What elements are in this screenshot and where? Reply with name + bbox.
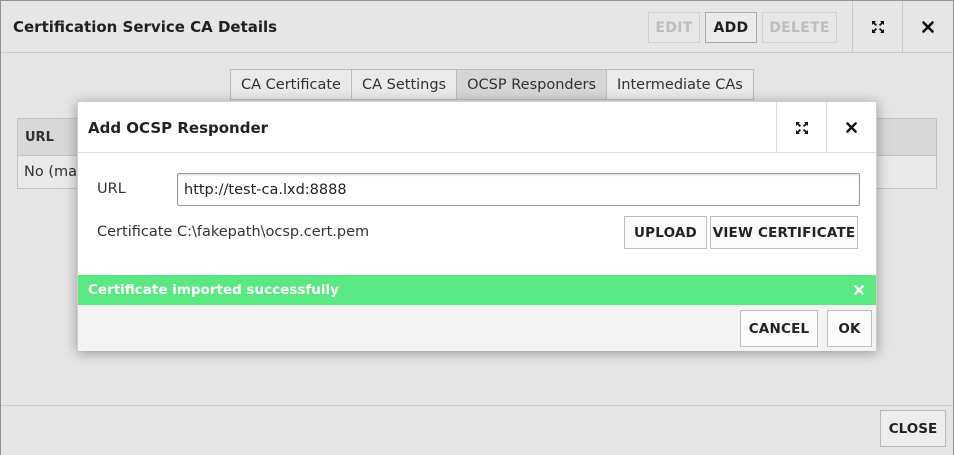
modal-close-button[interactable] [826,102,876,153]
success-notice: Certificate imported successfully [78,275,876,305]
modal-header: Add OCSP Responder [78,102,876,153]
close-icon [854,285,864,295]
modal-title: Add OCSP Responder [88,119,269,137]
modal-footer: CANCEL OK [78,305,876,351]
close-icon [846,122,857,133]
upload-button[interactable]: UPLOAD [624,216,707,249]
url-label: URL [97,181,126,197]
dismiss-notice-button[interactable] [854,283,864,299]
modal-fullscreen-button[interactable] [776,102,826,153]
url-input[interactable] [177,173,860,206]
add-ocsp-responder-dialog: Add OCSP Responder URL Certificate C:\fa… [77,101,877,351]
view-certificate-button[interactable]: VIEW CERTIFICATE [710,216,858,249]
certificate-label: Certificate [97,224,173,240]
cancel-button[interactable]: CANCEL [740,310,818,347]
certificate-file-path: C:\fakepath\ocsp.cert.pem [177,224,370,240]
ok-button[interactable]: OK [827,310,872,347]
fullscreen-icon [795,121,808,134]
success-message: Certificate imported successfully [88,282,339,298]
